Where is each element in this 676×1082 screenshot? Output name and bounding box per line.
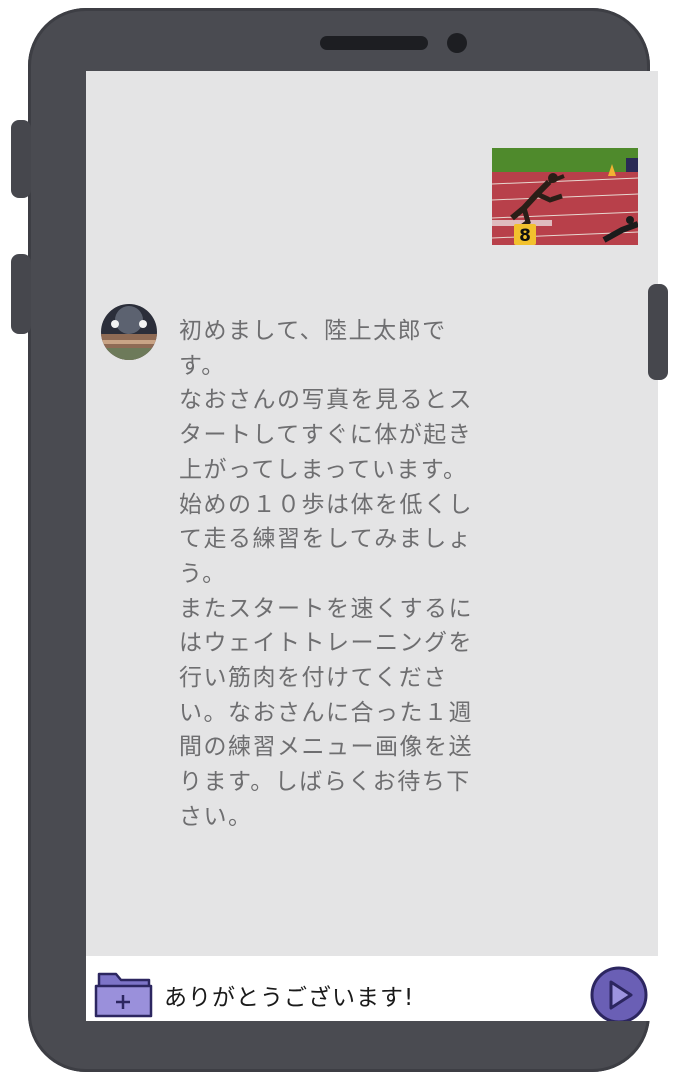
phone-speaker xyxy=(320,36,428,50)
folder-plus-icon[interactable] xyxy=(94,968,156,1020)
message-input-field[interactable]: ありがとうございます! xyxy=(164,978,414,1012)
received-message: 初めまして、陸上太郎です。 なおさんの写真を見るとスタートしてすぐに体が起き上が… xyxy=(179,314,479,835)
phone-camera xyxy=(447,33,467,53)
message-line: またスタートを速くするにはウェイトトレーニングを行い筋肉を付けてください。なおさ… xyxy=(179,595,473,830)
svg-text:8: 8 xyxy=(519,226,531,245)
stadium-avatar-image xyxy=(101,304,157,360)
side-button-right[interactable] xyxy=(648,284,668,380)
send-button[interactable] xyxy=(589,965,649,1021)
side-button-left-upper[interactable] xyxy=(11,120,31,198)
sprinter-photo-image: 8 xyxy=(492,148,638,245)
message-line: 初めまして、陸上太郎です。 xyxy=(179,318,447,379)
sender-avatar[interactable] xyxy=(101,304,157,360)
side-button-left-lower[interactable] xyxy=(11,254,31,334)
message-line: なおさんの写真を見るとスタートしてすぐに体が起き上がってしまっています。始めの１… xyxy=(179,387,473,587)
send-play-icon xyxy=(590,966,648,1021)
folder-plus-icon-graphic xyxy=(94,972,153,1018)
phone-frame: 8 初めまして、陸上太郎です。 なおさんの写真を見るとスタートしてすぐに体が起き… xyxy=(28,8,658,1072)
sent-photo-sprinter[interactable]: 8 xyxy=(492,148,638,245)
chat-screen: 8 初めまして、陸上太郎です。 なおさんの写真を見るとスタートしてすぐに体が起き… xyxy=(86,71,658,1021)
message-input-bar: ありがとうございます! xyxy=(86,956,658,1021)
